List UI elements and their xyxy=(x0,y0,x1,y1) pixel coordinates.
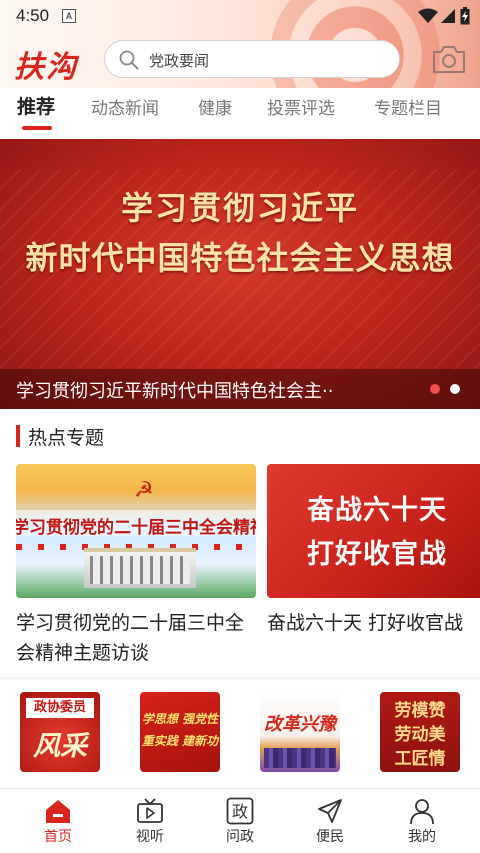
nav-label: 便民 xyxy=(316,829,344,845)
nav-profile[interactable]: 我的 xyxy=(374,789,470,853)
topic-card-image-plenum[interactable]: ☭ 学习贯彻党的二十届三中全会精神 xyxy=(16,464,256,598)
status-bar: 4:50 A xyxy=(0,0,480,34)
tile-label-main: 改革兴豫 xyxy=(264,714,336,735)
bottom-navigation: 首页 视听 政 问政 便民 我的 xyxy=(0,788,480,853)
card-image-line-2: 打好收官战 xyxy=(307,539,447,570)
tile-label-line-3: 工匠情 xyxy=(394,749,446,769)
wifi-icon xyxy=(418,8,438,23)
shortcut-study-thought[interactable]: 学思想 强党性 重实践 建新功 xyxy=(140,692,220,772)
topic-card-caption-plenum[interactable]: 学习贯彻党的二十届三中全会精神主题访谈 xyxy=(16,608,256,668)
nav-label: 视听 xyxy=(136,829,164,845)
tile-label-line-2: 劳动美 xyxy=(394,725,446,745)
divider xyxy=(0,678,480,679)
banner-caption-bar: 学习贯彻习近平新时代中国特色社会主·· xyxy=(0,369,480,409)
sim-icon: A xyxy=(62,9,76,23)
signal-icon xyxy=(441,9,455,23)
tv-play-icon xyxy=(137,798,163,823)
user-icon xyxy=(410,799,434,825)
svg-text:政: 政 xyxy=(232,802,248,821)
camera-icon[interactable] xyxy=(432,44,466,74)
banner-headline-1: 学习贯彻习近平 xyxy=(120,189,359,227)
card-image-text: 学习贯彻党的二十届三中全会精神 xyxy=(16,518,256,538)
nav-label: 问政 xyxy=(226,829,254,845)
battery-icon xyxy=(460,7,470,25)
banner-caption: 学习贯彻习近平新时代中国特色社会主·· xyxy=(16,381,334,402)
shortcut-cppcc-members[interactable]: 政协委员 风采录 xyxy=(20,692,100,772)
nav-video[interactable]: 视听 xyxy=(102,789,198,853)
zheng-icon: 政 xyxy=(226,797,254,825)
tile-label-line-1: 劳模赞 xyxy=(394,701,446,721)
category-tabs: 推荐 动态新闻 健康 投票评选 专题栏目 xyxy=(0,88,480,138)
great-hall-columns xyxy=(90,556,190,584)
section-title-hot-topics: 热点专题 xyxy=(28,427,105,449)
status-time: 4:50 xyxy=(16,6,50,25)
nav-services[interactable]: 便民 xyxy=(282,789,378,853)
topic-card-image-sixty-days[interactable]: 奋战六十天 打好收官战 xyxy=(267,464,480,598)
tab-voting[interactable]: 投票评选 xyxy=(267,94,335,119)
tab-recommend[interactable]: 推荐 xyxy=(17,92,55,119)
active-tab-indicator xyxy=(22,126,52,130)
tile-label-line-2: 重实践 建新功 xyxy=(141,734,219,748)
tab-topics[interactable]: 专题栏目 xyxy=(374,94,442,119)
tile-label-top: 政协委员 xyxy=(26,698,94,718)
shortcut-reform-henan[interactable]: 改革兴豫 xyxy=(260,692,340,772)
section-marker xyxy=(16,425,20,447)
carousel-dot[interactable] xyxy=(450,384,460,394)
app-logo: 扶沟 xyxy=(14,50,78,85)
party-emblem-icon: ☭ xyxy=(134,478,154,503)
app-header: 4:50 A 扶沟 党政要闻 xyxy=(0,0,480,88)
skyline-image xyxy=(264,748,336,768)
nav-label: 首页 xyxy=(44,829,72,845)
tab-health[interactable]: 健康 xyxy=(198,94,232,119)
tile-label-line-1: 学思想 强党性 xyxy=(141,712,219,726)
banner-headline-2: 新时代中国特色社会主义思想 xyxy=(25,239,455,277)
nav-inquiry[interactable]: 政 问政 xyxy=(192,789,288,853)
paper-plane-icon xyxy=(318,799,342,823)
search-icon xyxy=(119,50,139,70)
carousel-dot-active[interactable] xyxy=(430,384,440,394)
banner-carousel[interactable]: 学习贯彻习近平 新时代中国特色社会主义思想 学习贯彻习近平新时代中国特色社会主·… xyxy=(0,139,480,409)
home-icon xyxy=(46,800,70,823)
nav-label: 我的 xyxy=(408,829,436,845)
shortcut-model-workers[interactable]: 劳模赞 劳动美 工匠情 xyxy=(380,692,460,772)
search-bar[interactable]: 党政要闻 xyxy=(104,40,400,78)
tile-label-main: 风采录 xyxy=(33,731,87,772)
topic-card-caption-sixty-days[interactable]: 奋战六十天 打好收官战 xyxy=(267,608,480,638)
card-image-line-1: 奋战六十天 xyxy=(307,495,447,526)
tab-news[interactable]: 动态新闻 xyxy=(91,94,159,119)
search-placeholder: 党政要闻 xyxy=(149,52,210,70)
nav-home[interactable]: 首页 xyxy=(10,789,106,853)
